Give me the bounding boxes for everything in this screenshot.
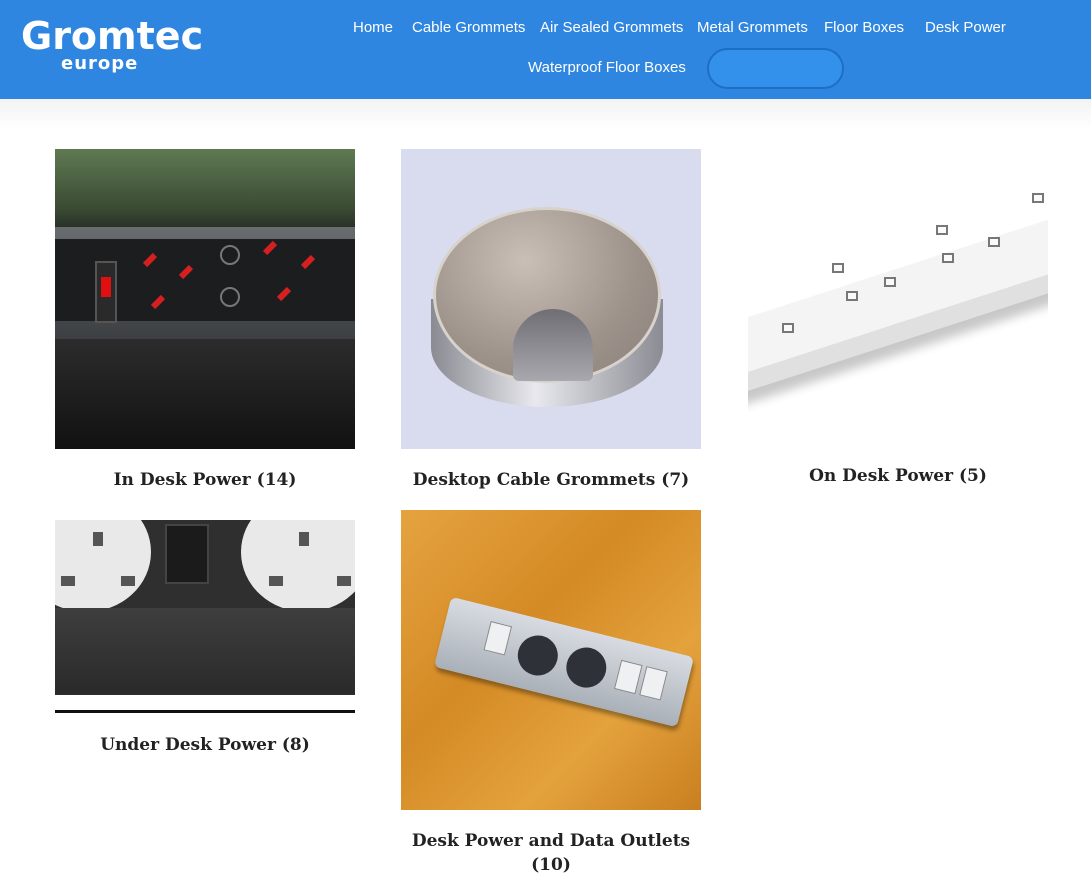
nav-waterproof-floor-boxes[interactable]: Waterproof Floor Boxes	[528, 58, 686, 78]
nav-floor-boxes[interactable]: Floor Boxes	[824, 18, 904, 38]
nav-cable-grommets[interactable]: Cable Grommets	[412, 18, 525, 38]
nav-air-sealed-grommets[interactable]: Air Sealed Grommets	[540, 18, 683, 38]
logo-wordmark: Gromtec	[21, 14, 204, 58]
category-count: (10)	[531, 855, 571, 875]
site-header: Gromtec europe Home Cable Grommets Air S…	[0, 0, 1091, 99]
category-count: (7)	[661, 470, 690, 490]
logo-subtitle: europe	[61, 53, 139, 74]
nav-desk-power[interactable]: Desk Power	[925, 18, 1006, 38]
category-name: In Desk Power	[113, 470, 251, 490]
category-count: (8)	[281, 735, 310, 755]
category-title-on-desk-power[interactable]: On Desk Power (5)	[748, 464, 1048, 488]
category-name: Under Desk Power	[100, 735, 276, 755]
in-desk-power-image[interactable]	[55, 149, 355, 449]
under-desk-power-image[interactable]	[55, 520, 355, 715]
category-name: Desk Power and Data Outlets	[411, 831, 691, 851]
desk-power-and-data-outlets-image[interactable]	[401, 510, 701, 810]
category-name: On Desk Power	[809, 466, 954, 486]
gromtec-logo[interactable]: Gromtec europe	[21, 14, 203, 78]
nav-metal-grommets[interactable]: Metal Grommets	[697, 18, 808, 38]
category-title-under-desk-power[interactable]: Under Desk Power (8)	[55, 733, 355, 757]
category-title-desk-power-and-data-outlets[interactable]: Desk Power and Data Outlets (10)	[401, 829, 701, 877]
category-title-desktop-cable-grommets[interactable]: Desktop Cable Grommets (7)	[401, 468, 701, 492]
category-name: Desktop Cable Grommets	[412, 470, 656, 490]
category-title-in-desk-power[interactable]: In Desk Power (14)	[55, 468, 355, 492]
nav-home[interactable]: Home	[353, 18, 393, 38]
category-count: (14)	[256, 470, 297, 490]
nav-pill-button[interactable]	[707, 48, 844, 89]
header-shadow	[0, 99, 1091, 129]
desktop-cable-grommets-image[interactable]	[401, 149, 701, 449]
on-desk-power-image[interactable]	[748, 149, 1048, 445]
category-count: (5)	[959, 466, 987, 486]
